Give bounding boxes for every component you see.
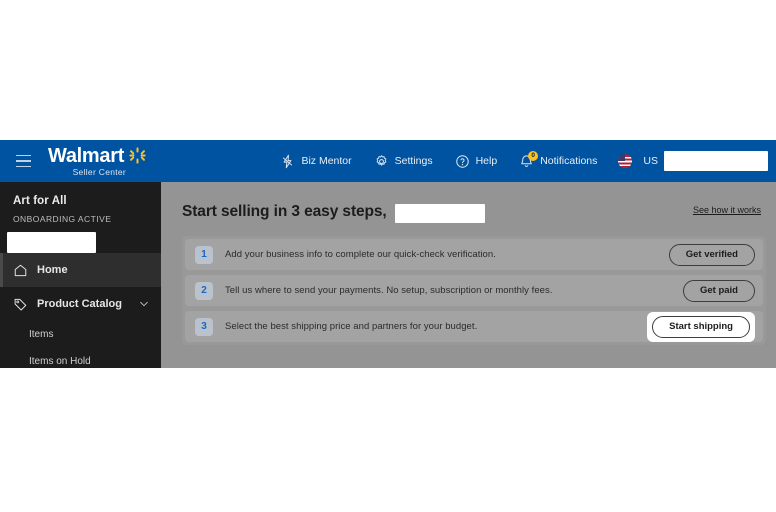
- nav-item-help[interactable]: Help: [444, 140, 509, 182]
- onboarding-steps-card: 1 Add your business info to complete our…: [182, 236, 766, 345]
- home-icon: [14, 264, 27, 276]
- bell-icon-wrap: 0: [519, 150, 539, 169]
- sidebar-subitem-items-on-hold[interactable]: Items on Hold: [0, 348, 161, 368]
- walmart-spark-icon: [129, 147, 146, 164]
- sidebar-label-product-catalog: Product Catalog: [37, 298, 122, 310]
- sidebar-item-product-catalog[interactable]: Product Catalog: [0, 287, 161, 321]
- nav-label-help: Help: [475, 155, 498, 167]
- title-redacted-field: [394, 204, 485, 223]
- get-paid-button[interactable]: Get paid: [682, 279, 755, 302]
- top-navigation-bar: Walmart Seller Center Biz Mentor Setting…: [0, 140, 776, 182]
- nav-label-settings: Settings: [394, 155, 433, 167]
- start-shipping-button[interactable]: Start shipping: [652, 315, 750, 338]
- sidebar-item-home[interactable]: Home: [0, 253, 161, 287]
- onboarding-status-label: ONBOARDING ACTIVE: [13, 214, 112, 224]
- sidebar-sublabel-items-on-hold: Items on Hold: [29, 356, 91, 367]
- top-nav-actions: Biz Mentor Settings Help 0 Notifications…: [269, 140, 776, 182]
- us-flag-icon: [618, 154, 633, 168]
- step-number-badge-2: 2: [195, 281, 213, 300]
- account-redacted-field[interactable]: [7, 232, 96, 253]
- page-header: Start selling in 3 easy steps, See how i…: [161, 182, 776, 223]
- step-number-badge-1: 1: [195, 245, 213, 264]
- sidebar-subitem-items[interactable]: Items: [0, 321, 161, 348]
- step-row-1: 1 Add your business info to complete our…: [185, 239, 763, 270]
- start-shipping-focus-ring: Start shipping: [647, 311, 755, 342]
- get-verified-button[interactable]: Get verified: [668, 243, 755, 266]
- step-row-3: 3 Select the best shipping price and par…: [185, 311, 763, 342]
- step-row-2: 2 Tell us where to send your payments. N…: [185, 275, 763, 306]
- seller-center-screenshot: Walmart Seller Center Biz Mentor Setting…: [0, 140, 776, 368]
- see-how-it-works-link[interactable]: See how it works: [693, 205, 761, 215]
- nav-item-settings[interactable]: Settings: [363, 140, 444, 182]
- nav-item-biz-mentor[interactable]: Biz Mentor: [269, 140, 362, 182]
- country-label: US: [643, 155, 658, 167]
- step-text-1: Add your business info to complete our q…: [225, 249, 496, 260]
- page-title: Start selling in 3 easy steps,: [182, 203, 387, 220]
- step-text-2: Tell us where to send your payments. No …: [225, 285, 553, 296]
- lightning-bolt-icon: [283, 154, 293, 168]
- brand-subtitle: Seller Center: [72, 166, 127, 177]
- question-circle-icon: [455, 154, 469, 168]
- sidebar-label-home: Home: [37, 264, 68, 276]
- sidebar-sublabel-items: Items: [29, 329, 54, 340]
- step-number-badge-3: 3: [195, 317, 213, 336]
- notification-count-badge: 0: [528, 150, 539, 161]
- nav-label-biz-mentor: Biz Mentor: [301, 155, 352, 167]
- gear-icon: [376, 154, 387, 166]
- left-sidebar: Art for All ONBOARDING ACTIVE Home Produ…: [0, 182, 161, 368]
- hamburger-menu-icon[interactable]: [10, 148, 36, 174]
- nav-item-notifications[interactable]: 0 Notifications: [508, 140, 608, 182]
- tag-icon: [14, 298, 27, 310]
- walmart-seller-center-logo[interactable]: Walmart Seller Center: [48, 146, 146, 177]
- chevron-down-icon: [140, 301, 148, 307]
- main-content-area: Start selling in 3 easy steps, See how i…: [161, 182, 776, 368]
- user-account-redacted-field[interactable]: [664, 151, 768, 171]
- step-text-3: Select the best shipping price and partn…: [225, 321, 478, 332]
- account-name: Art for All: [13, 195, 67, 207]
- nav-label-notifications: Notifications: [540, 155, 598, 167]
- country-selector[interactable]: US: [608, 140, 664, 182]
- brand-name: Walmart: [48, 144, 125, 167]
